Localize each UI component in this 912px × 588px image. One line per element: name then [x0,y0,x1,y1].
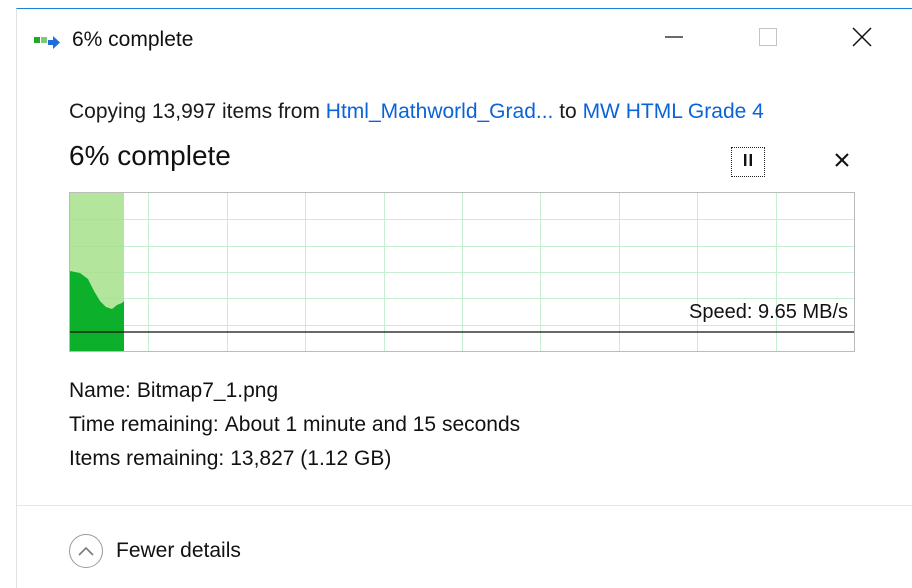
fewer-details-button[interactable]: Fewer details [69,531,241,571]
pause-icon [741,153,755,172]
cancel-button[interactable] [827,147,857,177]
detail-name-row: Name: Bitmap7_1.png [69,379,278,403]
graph-grid [70,193,854,351]
copy-progress-window: 6% complete Copying 13,997 items from Ht… [16,8,912,588]
cancel-icon [834,152,850,173]
maximize-button[interactable] [745,21,791,57]
source-folder-link[interactable]: Html_Mathworld_Grad... [326,100,554,123]
detail-time-row: Time remaining: About 1 minute and 15 sec… [69,413,520,437]
speed-label: Speed: 9.65 MB/s [689,301,848,323]
minimize-button[interactable] [651,21,697,57]
pause-button[interactable] [731,147,765,177]
copy-description: Copying 13,997 items from Html_Mathworld… [69,100,764,124]
window-title: 6% complete [72,28,194,51]
footer-divider [17,505,912,506]
detail-items-row: Items remaining: 13,827 (1.12 GB) [69,447,391,471]
speed-graph-canvas [70,193,854,351]
close-button[interactable] [839,21,885,57]
detail-time-label: Time remaining: [69,413,219,436]
copy-prefix: Copying 13,997 items from [69,100,326,123]
title-bar: 6% complete [17,9,912,71]
minimize-icon [664,27,684,52]
copy-files-icon [34,34,60,50]
detail-name-value: Bitmap7_1.png [136,379,279,402]
copy-connector: to [553,100,583,123]
fewer-details-label: Fewer details [116,539,241,562]
progress-percent-heading: 6% complete [69,140,231,171]
detail-items-value: 13,827 (1.12 GB) [230,447,392,470]
maximize-icon [758,27,778,52]
detail-items-label: Items remaining: [69,447,225,470]
close-icon [851,26,873,53]
destination-folder-link[interactable]: MW HTML Grade 4 [583,100,764,123]
detail-name-label: Name: [69,379,131,402]
speed-graph: Speed: 9.65 MB/s [69,192,855,352]
detail-time-value: About 1 minute and 15 seconds [224,413,521,436]
chevron-up-icon [69,534,103,568]
